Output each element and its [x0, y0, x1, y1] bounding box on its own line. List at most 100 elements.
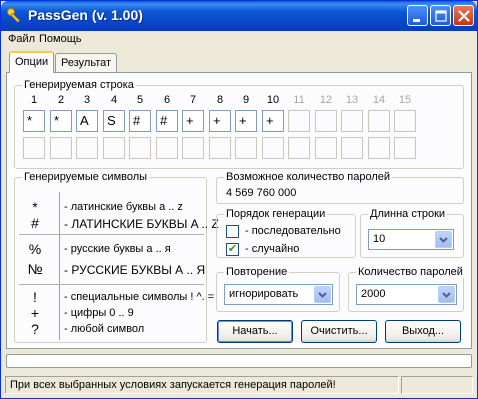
charset-group: Генерируемые символы * - латинские буквы… — [14, 171, 219, 343]
template-cell — [156, 137, 178, 159]
tab-result[interactable]: Результат — [55, 53, 118, 73]
template-cell — [368, 137, 390, 159]
chevron-down-icon[interactable] — [314, 286, 331, 303]
repetition-select[interactable]: игнорировать — [224, 284, 333, 305]
minimize-icon — [413, 19, 420, 22]
maximize-icon — [435, 10, 447, 22]
line-length-group: Длинна строки 10 — [360, 208, 464, 258]
status-panel-empty — [401, 376, 473, 394]
charset-label: - специальные символы ! ^. = — [64, 291, 215, 303]
maximize-button[interactable] — [430, 5, 451, 26]
template-cell[interactable]: A — [76, 110, 98, 132]
password-count-select[interactable]: 2000 — [356, 284, 457, 305]
template-cell[interactable] — [288, 110, 310, 132]
charset-symbol: + — [30, 305, 40, 321]
menu-bar: Файл Помощь — [1, 31, 477, 50]
charset-label: - любой символ — [64, 323, 145, 335]
template-cell[interactable]: # — [156, 110, 178, 132]
generation-order-group: Порядок генерации - последовательно ✔ - … — [216, 208, 356, 258]
template-cell — [262, 137, 284, 159]
repetition-group: Повторение игнорировать — [216, 266, 340, 312]
charset-divider — [59, 192, 60, 340]
template-cell[interactable]: * — [50, 110, 72, 132]
sequential-label: - последовательно — [245, 225, 341, 237]
repetition-legend: Повторение — [224, 266, 290, 278]
progress-bar — [6, 354, 472, 368]
position-number: 14 — [372, 94, 386, 106]
template-cell — [341, 137, 363, 159]
template-cell[interactable] — [394, 110, 416, 132]
position-number: 5 — [136, 94, 144, 106]
template-cell — [103, 137, 125, 159]
start-button[interactable]: Начать... — [217, 320, 293, 343]
tab-options[interactable]: Опции — [9, 51, 55, 73]
possible-count-value: 4 569 760 000 — [226, 187, 297, 199]
template-cell — [209, 137, 231, 159]
charset-label: - латинские буквы a .. z — [64, 201, 183, 213]
position-number: 12 — [319, 94, 333, 106]
status-text: При всех выбранных условиях запускается … — [5, 376, 399, 394]
charset-legend: Генерируемые символы — [22, 171, 150, 183]
position-number: 7 — [189, 94, 197, 106]
template-cell[interactable] — [368, 110, 390, 132]
charset-symbol: * — [32, 199, 38, 215]
line-length-value: 10 — [373, 233, 386, 245]
charset-symbol: ? — [31, 321, 39, 337]
position-number: 1 — [30, 94, 38, 106]
template-cell[interactable]: S — [103, 110, 125, 132]
menu-help[interactable]: Помощь — [39, 33, 82, 45]
random-label: - случайно — [245, 243, 300, 255]
charset-symbol: # — [31, 215, 39, 231]
charset-symbol: № — [27, 261, 43, 277]
template-cell[interactable] — [341, 110, 363, 132]
random-checkbox[interactable]: ✔ — [226, 243, 239, 256]
chevron-down-icon[interactable] — [438, 286, 455, 303]
charset-symbol: % — [28, 241, 42, 257]
position-number: 11 — [293, 94, 305, 106]
position-number: 8 — [216, 94, 224, 106]
template-cell — [50, 137, 72, 159]
generation-order-legend: Порядок генерации — [224, 208, 328, 220]
clear-button[interactable]: Очистить... — [301, 320, 377, 343]
title-bar[interactable]: PassGen (v. 1.00) — [1, 1, 477, 31]
template-cell[interactable]: + — [262, 110, 284, 132]
position-number: 13 — [345, 94, 359, 106]
charset-label: - цифры 0 .. 9 — [64, 307, 134, 319]
charset-label: - РУССКИЕ БУКВЫ А .. Я — [64, 263, 206, 277]
window-title: PassGen (v. 1.00) — [28, 7, 143, 23]
minimize-button[interactable] — [407, 5, 428, 26]
template-cell[interactable] — [315, 110, 337, 132]
sequential-checkbox[interactable] — [226, 225, 239, 238]
possible-count-legend: Возможное количество паролей — [224, 171, 393, 183]
template-cell — [235, 137, 257, 159]
charset-label: - русские буквы а .. я — [64, 243, 171, 255]
charset-symbol: ! — [33, 289, 37, 305]
template-cell[interactable]: + — [209, 110, 231, 132]
template-cell[interactable]: + — [182, 110, 204, 132]
template-cell — [129, 137, 151, 159]
position-number: 2 — [57, 94, 65, 106]
template-cell — [394, 137, 416, 159]
password-count-group: Количество паролей 2000 — [348, 266, 465, 312]
position-number: 15 — [398, 94, 412, 106]
charset-label: - ЛАТИНСКИЕ БУКВЫ A .. Z — [64, 217, 219, 231]
exit-button[interactable]: Выход... — [385, 320, 461, 343]
repetition-value: игнорировать — [229, 288, 299, 300]
close-button[interactable] — [453, 5, 474, 26]
generated-string-legend: Генерируемая строка — [22, 79, 136, 91]
template-cell[interactable]: * — [23, 110, 45, 132]
password-count-value: 2000 — [361, 288, 386, 300]
template-cell[interactable]: # — [129, 110, 151, 132]
template-cell — [182, 137, 204, 159]
position-number: 3 — [83, 94, 91, 106]
charset-separator — [19, 234, 204, 235]
template-cell — [288, 137, 310, 159]
template-cell[interactable]: + — [235, 110, 257, 132]
password-count-legend: Количество паролей — [356, 266, 465, 278]
chevron-down-icon[interactable] — [435, 231, 452, 248]
close-icon — [458, 10, 470, 22]
line-length-select[interactable]: 10 — [368, 229, 454, 250]
template-cell — [76, 137, 98, 159]
menu-file[interactable]: Файл — [8, 33, 35, 45]
main-window: PassGen (v. 1.00) Файл Помощь Опции Резу… — [0, 0, 478, 399]
